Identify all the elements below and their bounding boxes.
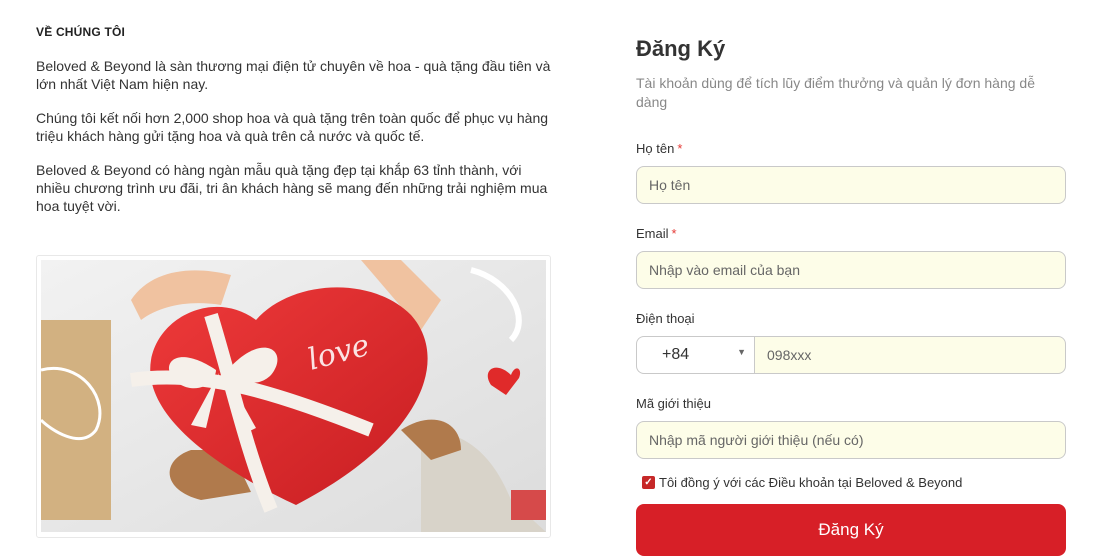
about-paragraph-1: Beloved & Beyond là sàn thương mại điện … xyxy=(36,58,551,92)
signup-form: Đăng Ký Tài khoản dùng để tích lũy điểm … xyxy=(636,36,1066,556)
about-paragraph-2: Chúng tôi kết nối hơn 2,000 shop hoa và … xyxy=(36,110,549,144)
country-code-select[interactable]: +84 ▼ xyxy=(636,336,754,374)
signup-submit-button[interactable]: Đăng Ký xyxy=(636,504,1066,556)
phone-row: +84 ▼ xyxy=(636,336,1066,374)
checkmark-icon: ✓ xyxy=(644,476,653,488)
required-marker: * xyxy=(677,141,683,156)
referral-field[interactable] xyxy=(636,421,1066,459)
terms-agreement: ✓ Tôi đồng ý với các Điều khoản tại Belo… xyxy=(642,475,1066,490)
name-group: Họ tên * xyxy=(636,141,1066,204)
signup-subtitle: Tài khoản dùng để tích lũy điểm thưởng v… xyxy=(636,75,1035,110)
about-heading: VỀ CHÚNG TÔI xyxy=(36,25,126,39)
email-group: Email * xyxy=(636,226,1066,289)
name-label: Họ tên * xyxy=(636,141,683,156)
terms-text: Tôi đồng ý với các Điều khoản tại Belove… xyxy=(659,475,963,490)
referral-label: Mã giới thiệu xyxy=(636,396,712,411)
about-section: VỀ CHÚNG TÔI Beloved & Beyond là sàn thư… xyxy=(36,24,556,231)
email-label: Email * xyxy=(636,226,677,241)
phone-group: Điện thoại +84 ▼ xyxy=(636,311,1066,374)
name-field[interactable] xyxy=(636,166,1066,204)
email-field[interactable] xyxy=(636,251,1066,289)
terms-checkbox[interactable]: ✓ xyxy=(642,476,655,489)
signup-title: Đăng Ký xyxy=(636,36,726,61)
country-code-value: +84 xyxy=(662,346,690,363)
heart-gift-illustration: love xyxy=(41,260,546,532)
about-paragraph-3: Beloved & Beyond có hàng ngàn mẫu quà tặ… xyxy=(36,162,548,214)
required-marker: * xyxy=(671,226,677,241)
phone-label: Điện thoại xyxy=(636,311,695,326)
gift-photo: love xyxy=(41,260,546,532)
chevron-down-icon: ▼ xyxy=(737,347,746,357)
phone-field[interactable] xyxy=(754,336,1066,374)
gift-photo-frame: love xyxy=(36,255,551,538)
referral-group: Mã giới thiệu xyxy=(636,396,1066,459)
